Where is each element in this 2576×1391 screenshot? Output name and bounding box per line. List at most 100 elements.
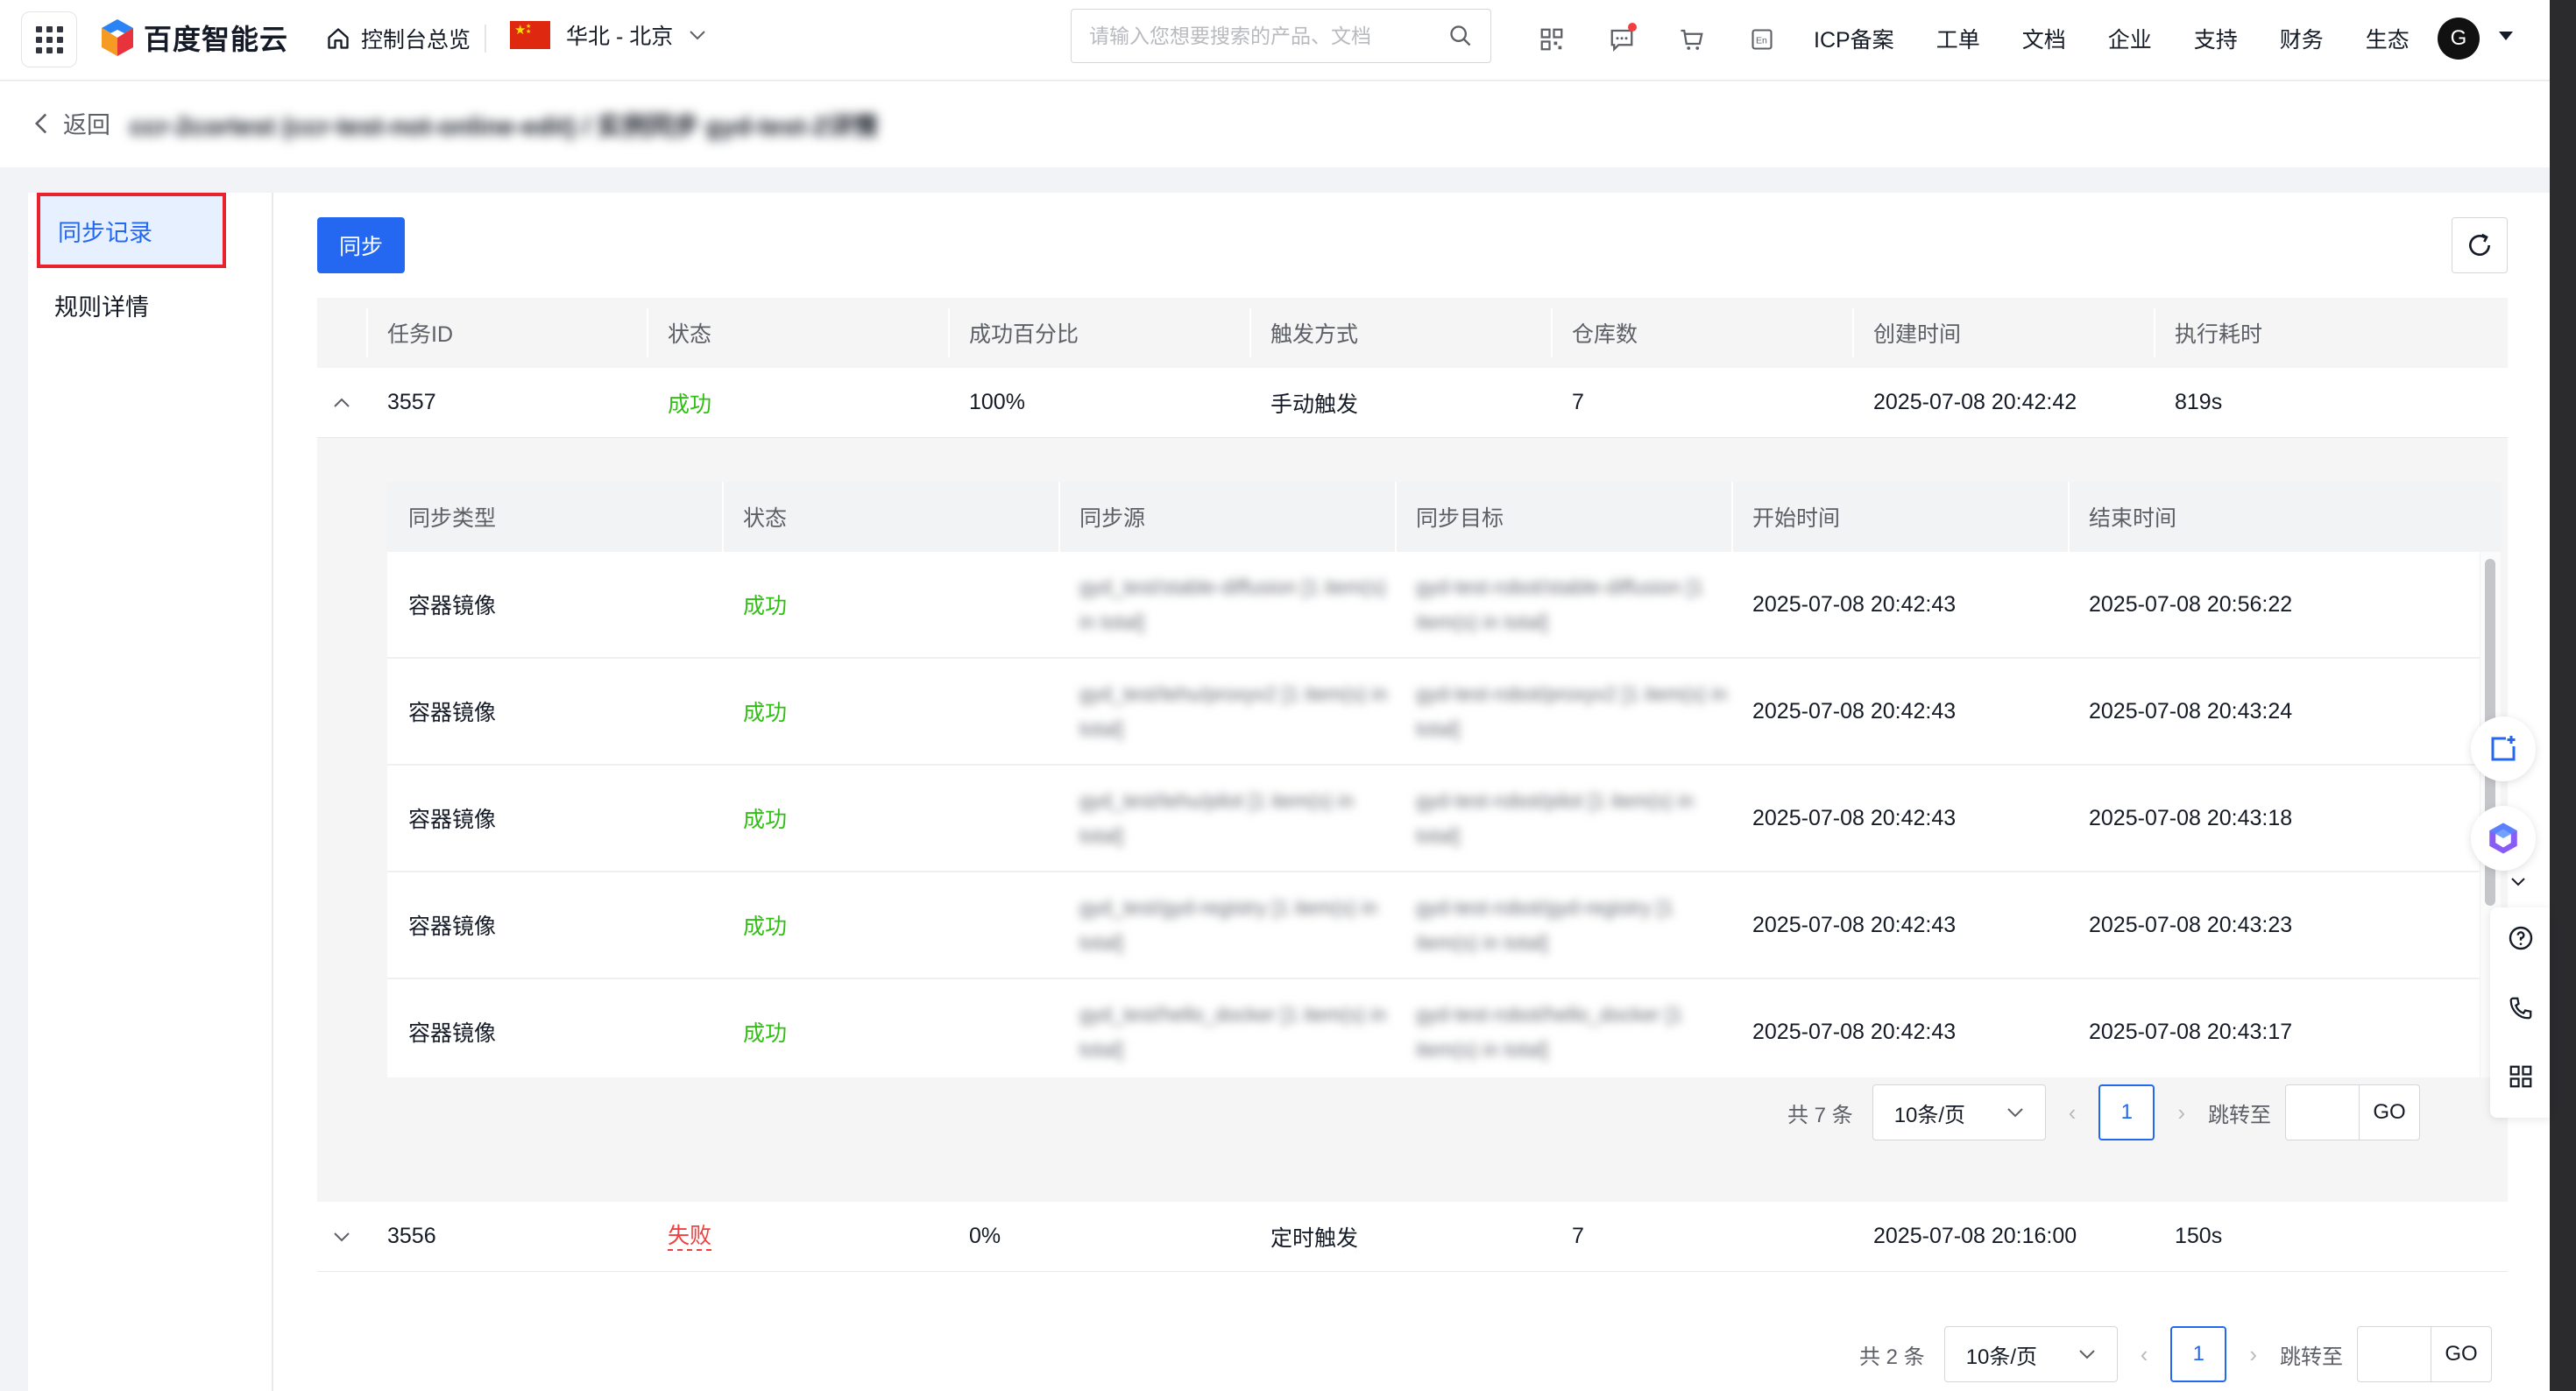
sync-records-table: 任务ID 状态 成功百分比 触发方式 仓库数 创建时间 执行耗时 3557 成功… xyxy=(317,298,2508,1272)
col-status: 状态 xyxy=(647,298,948,368)
cube-logo-icon xyxy=(102,19,133,56)
sync-source: gyd_test/hello_docker [1 item(s) in tota… xyxy=(1079,1003,1387,1061)
next-page-icon[interactable]: › xyxy=(2249,1341,2257,1368)
duration: 150s xyxy=(2175,1224,2223,1248)
jump-page-input[interactable] xyxy=(2357,1326,2431,1382)
sync-source: gyd_test/tehu/pilot [1 item(s) in total] xyxy=(1079,789,1355,847)
task-id: 3557 xyxy=(387,390,436,414)
page-button[interactable]: 1 xyxy=(2170,1326,2227,1382)
table-row: 容器镜像 成功 gyd_test/hello_docker [1 item(s)… xyxy=(387,979,2501,1077)
apps-grid-icon[interactable] xyxy=(2490,1046,2551,1107)
table-row: 容器镜像 成功 gyd_test/tehu/proxyv2 [1 item(s)… xyxy=(387,659,2501,766)
brand-logo[interactable]: 百度智能云 xyxy=(100,18,288,58)
ai-assistant-float-button[interactable] xyxy=(2471,806,2536,871)
sync-type: 容器镜像 xyxy=(408,701,497,725)
sync-button[interactable]: 同步 xyxy=(317,217,405,273)
chevron-up-icon xyxy=(334,398,350,407)
sync-target: gyd-test-robot/proxyv2 [1 item(s) in tot… xyxy=(1416,682,1728,740)
sync-source: gyd_test/stable-diffusion [1 item(s) in … xyxy=(1079,575,1386,633)
start-time: 2025-07-08 20:42:43 xyxy=(1752,1019,1957,1044)
menu-docs[interactable]: 文档 xyxy=(2022,23,2066,54)
window-scrollbar[interactable] xyxy=(2550,0,2576,1391)
col-duration: 执行耗时 xyxy=(2154,298,2420,368)
inner-table-header: 同步类型 状态 同步源 同步目标 开始时间 结束时间 xyxy=(387,482,2501,552)
svg-text:En: En xyxy=(1756,36,1767,46)
cart-icon[interactable] xyxy=(1672,19,1712,60)
message-icon[interactable] xyxy=(1602,19,1642,60)
qrcode-icon[interactable] xyxy=(1532,19,1572,60)
table-header: 任务ID 状态 成功百分比 触发方式 仓库数 创建时间 执行耗时 xyxy=(317,298,2508,368)
notification-dot xyxy=(1628,23,1637,32)
go-button[interactable]: GO xyxy=(2431,1326,2493,1382)
search-icon[interactable] xyxy=(1448,24,1473,48)
inner-table-body[interactable]: 容器镜像 成功 gyd_test/stable-diffusion [1 ite… xyxy=(387,552,2501,1077)
menu-ticket[interactable]: 工单 xyxy=(1936,23,1980,54)
start-time: 2025-07-08 20:42:43 xyxy=(1752,912,1957,937)
float-tool-panel xyxy=(2490,878,2551,1118)
menu-enterprise[interactable]: 企业 xyxy=(2108,23,2152,54)
assistant-cube-icon xyxy=(2489,823,2517,854)
page-button[interactable]: 1 xyxy=(2098,1084,2155,1140)
col-end-time: 结束时间 xyxy=(2068,482,2383,552)
sync-target: gyd-test-robot/gyd-registry [1 item(s) i… xyxy=(1416,896,1674,954)
feedback-float-button[interactable] xyxy=(2471,717,2536,781)
sync-source: gyd_test/tehu/proxyv2 [1 item(s) in tota… xyxy=(1079,682,1388,740)
divider xyxy=(485,25,486,53)
col-start-time: 开始时间 xyxy=(1731,482,2068,552)
sync-type: 容器镜像 xyxy=(408,914,497,939)
inner-pagination: 共 7 条 10条/页 ‹ 1 › 跳转至 GO xyxy=(1787,1084,2421,1140)
col-status: 状态 xyxy=(722,482,1058,552)
menu-ecosystem[interactable]: 生态 xyxy=(2366,23,2410,54)
outer-page-size-select[interactable]: 10条/页 xyxy=(1943,1326,2118,1382)
search-input[interactable] xyxy=(1089,24,1448,48)
page-title: ccr-2cortest (ccr-test-not-online-edit) … xyxy=(130,113,878,141)
go-button[interactable]: GO xyxy=(2359,1084,2421,1140)
sidenav-item-rule-details[interactable]: 规则详情 xyxy=(28,270,272,340)
prev-page-icon[interactable]: ‹ xyxy=(2069,1099,2077,1126)
menu-icp[interactable]: ICP备案 xyxy=(1814,23,1894,54)
breadcrumb: 返回 ccr-2cortest (ccr-test-not-online-edi… xyxy=(0,81,2550,167)
expand-row-button[interactable] xyxy=(317,1202,366,1271)
next-page-icon[interactable]: › xyxy=(2177,1099,2185,1126)
chevron-down-icon[interactable] xyxy=(2509,876,2527,893)
sync-source: gyd_test/gyd-registry [1 item(s) in tota… xyxy=(1079,896,1378,954)
end-time: 2025-07-08 20:43:17 xyxy=(2089,1019,2293,1044)
chevron-left-icon xyxy=(34,113,47,133)
phone-icon[interactable] xyxy=(2490,978,2551,1039)
collapse-row-button[interactable] xyxy=(317,368,366,437)
language-icon[interactable]: En xyxy=(1742,19,1782,60)
apps-menu-button[interactable] xyxy=(21,11,77,67)
top-navbar: 百度智能云 控制台总览 华北 - 北京 En xyxy=(0,0,2550,81)
edit-plus-icon xyxy=(2491,736,2516,761)
end-time: 2025-07-08 20:56:22 xyxy=(2089,591,2293,617)
menu-finance[interactable]: 财务 xyxy=(2280,23,2324,54)
jump-page-input[interactable] xyxy=(2285,1084,2360,1140)
china-flag-icon xyxy=(510,21,550,49)
trigger-type: 手动触发 xyxy=(1270,392,1359,417)
console-overview-link[interactable]: 控制台总览 xyxy=(326,23,471,54)
prev-page-icon[interactable]: ‹ xyxy=(2141,1341,2148,1368)
region-label: 华北 - 北京 xyxy=(566,25,674,49)
caret-down-icon[interactable] xyxy=(2499,32,2513,40)
status-badge: 成功 xyxy=(668,392,712,417)
table-row: 容器镜像 成功 gyd_test/gyd-registry [1 item(s)… xyxy=(387,872,2501,979)
help-icon[interactable] xyxy=(2490,907,2551,969)
refresh-button[interactable] xyxy=(2452,217,2508,273)
sync-target: gyd-test-robot/hello_docker [1 item(s) i… xyxy=(1416,1003,1683,1061)
inner-page-size-select[interactable]: 10条/页 xyxy=(1872,1084,2046,1140)
status-badge[interactable]: 失败 xyxy=(668,1223,712,1251)
sync-detail-table: 同步类型 状态 同步源 同步目标 开始时间 结束时间 容器镜像 成功 gyd_t… xyxy=(387,482,2501,1077)
status-badge: 成功 xyxy=(743,1021,788,1046)
back-button[interactable]: 返回 xyxy=(33,106,110,140)
table-row[interactable]: 3557 成功 100% 手动触发 7 2025-07-08 20:42:42 … xyxy=(317,368,2508,438)
col-sync-type: 同步类型 xyxy=(408,506,497,531)
jump-label: 跳转至 xyxy=(2280,1345,2344,1369)
sidenav-item-sync-records[interactable]: 同步记录 xyxy=(37,193,226,268)
sidenav-label: 规则详情 xyxy=(54,293,149,321)
global-search[interactable] xyxy=(1071,9,1491,63)
table-row[interactable]: 3556 失败 0% 定时触发 7 2025-07-08 20:16:00 15… xyxy=(317,1202,2508,1272)
trigger-type: 定时触发 xyxy=(1270,1225,1359,1251)
avatar[interactable]: G xyxy=(2438,18,2480,60)
menu-support[interactable]: 支持 xyxy=(2194,23,2238,54)
region-selector[interactable]: 华北 - 北京 xyxy=(510,19,706,51)
